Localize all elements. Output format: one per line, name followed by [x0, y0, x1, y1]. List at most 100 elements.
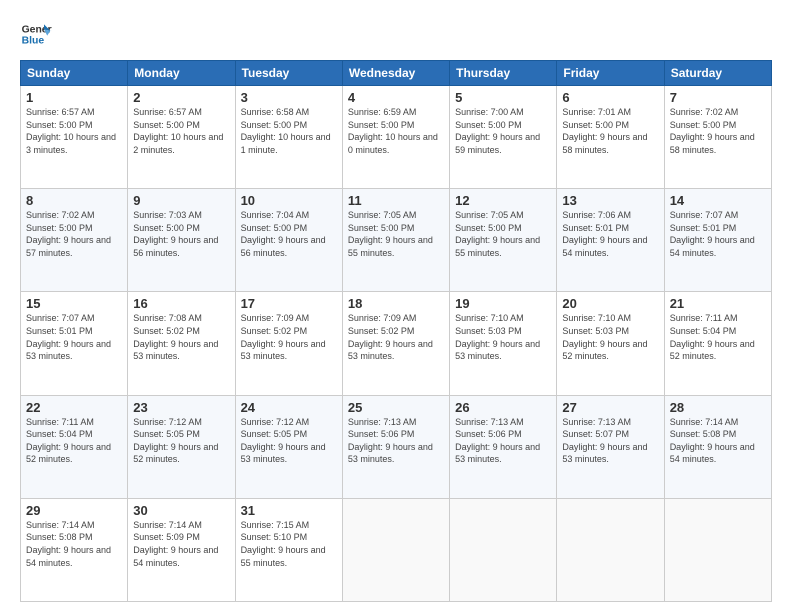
calendar-page: General Blue SundayMondayTuesdayWednesda… — [0, 0, 792, 612]
day-number: 8 — [26, 193, 122, 208]
day-info: Sunrise: 7:12 AMSunset: 5:05 PMDaylight:… — [241, 417, 326, 465]
day-number: 1 — [26, 90, 122, 105]
day-number: 18 — [348, 296, 444, 311]
calendar-cell: 19 Sunrise: 7:10 AMSunset: 5:03 PMDayligh… — [450, 292, 557, 395]
day-info: Sunrise: 7:05 AMSunset: 5:00 PMDaylight:… — [455, 210, 540, 258]
calendar-cell: 23 Sunrise: 7:12 AMSunset: 5:05 PMDayligh… — [128, 395, 235, 498]
day-info: Sunrise: 7:09 AMSunset: 5:02 PMDaylight:… — [348, 313, 433, 361]
day-info: Sunrise: 7:07 AMSunset: 5:01 PMDaylight:… — [26, 313, 111, 361]
day-number: 27 — [562, 400, 658, 415]
calendar-cell: 16 Sunrise: 7:08 AMSunset: 5:02 PMDayligh… — [128, 292, 235, 395]
calendar-cell: 13 Sunrise: 7:06 AMSunset: 5:01 PMDayligh… — [557, 189, 664, 292]
day-number: 21 — [670, 296, 766, 311]
day-info: Sunrise: 7:11 AMSunset: 5:04 PMDaylight:… — [26, 417, 111, 465]
calendar-cell: 14 Sunrise: 7:07 AMSunset: 5:01 PMDayligh… — [664, 189, 771, 292]
day-info: Sunrise: 7:13 AMSunset: 5:06 PMDaylight:… — [455, 417, 540, 465]
weekday-header-row: SundayMondayTuesdayWednesdayThursdayFrid… — [21, 61, 772, 86]
day-number: 4 — [348, 90, 444, 105]
logo: General Blue — [20, 18, 52, 50]
day-number: 15 — [26, 296, 122, 311]
header: General Blue — [20, 18, 772, 50]
day-info: Sunrise: 7:05 AMSunset: 5:00 PMDaylight:… — [348, 210, 433, 258]
day-number: 5 — [455, 90, 551, 105]
calendar-cell: 30 Sunrise: 7:14 AMSunset: 5:09 PMDayligh… — [128, 498, 235, 601]
day-info: Sunrise: 7:10 AMSunset: 5:03 PMDaylight:… — [562, 313, 647, 361]
day-number: 23 — [133, 400, 229, 415]
day-number: 6 — [562, 90, 658, 105]
day-number: 30 — [133, 503, 229, 518]
calendar-cell: 28 Sunrise: 7:14 AMSunset: 5:08 PMDayligh… — [664, 395, 771, 498]
calendar-cell: 29 Sunrise: 7:14 AMSunset: 5:08 PMDayligh… — [21, 498, 128, 601]
weekday-header-friday: Friday — [557, 61, 664, 86]
day-info: Sunrise: 7:03 AMSunset: 5:00 PMDaylight:… — [133, 210, 218, 258]
day-number: 17 — [241, 296, 337, 311]
calendar-cell: 26 Sunrise: 7:13 AMSunset: 5:06 PMDayligh… — [450, 395, 557, 498]
weekday-header-monday: Monday — [128, 61, 235, 86]
day-info: Sunrise: 7:14 AMSunset: 5:08 PMDaylight:… — [670, 417, 755, 465]
day-number: 10 — [241, 193, 337, 208]
calendar-cell: 15 Sunrise: 7:07 AMSunset: 5:01 PMDayligh… — [21, 292, 128, 395]
day-number: 14 — [670, 193, 766, 208]
calendar-cell: 8Sunrise: 7:02 AMSunset: 5:00 PMDaylight… — [21, 189, 128, 292]
calendar-cell: 12 Sunrise: 7:05 AMSunset: 5:00 PMDayligh… — [450, 189, 557, 292]
calendar-header: SundayMondayTuesdayWednesdayThursdayFrid… — [21, 61, 772, 86]
day-number: 2 — [133, 90, 229, 105]
calendar-cell: 24Sunrise: 7:12 AMSunset: 5:05 PMDayligh… — [235, 395, 342, 498]
calendar-cell: 7Sunrise: 7:02 AMSunset: 5:00 PMDaylight… — [664, 86, 771, 189]
day-info: Sunrise: 7:00 AMSunset: 5:00 PMDaylight:… — [455, 107, 540, 155]
day-number: 25 — [348, 400, 444, 415]
calendar-cell — [450, 498, 557, 601]
calendar-cell: 27 Sunrise: 7:13 AMSunset: 5:07 PMDayligh… — [557, 395, 664, 498]
day-info: Sunrise: 6:57 AMSunset: 5:00 PMDaylight:… — [26, 107, 116, 155]
calendar-cell — [664, 498, 771, 601]
day-info: Sunrise: 7:04 AMSunset: 5:00 PMDaylight:… — [241, 210, 326, 258]
day-number: 26 — [455, 400, 551, 415]
day-info: Sunrise: 7:15 AMSunset: 5:10 PMDaylight:… — [241, 520, 326, 568]
calendar-cell: 21 Sunrise: 7:11 AMSunset: 5:04 PMDayligh… — [664, 292, 771, 395]
day-number: 13 — [562, 193, 658, 208]
calendar-cell: 6 Sunrise: 7:01 AMSunset: 5:00 PMDaylight… — [557, 86, 664, 189]
weekday-header-sunday: Sunday — [21, 61, 128, 86]
day-info: Sunrise: 7:14 AMSunset: 5:08 PMDaylight:… — [26, 520, 111, 568]
day-info: Sunrise: 7:12 AMSunset: 5:05 PMDaylight:… — [133, 417, 218, 465]
day-info: Sunrise: 7:08 AMSunset: 5:02 PMDaylight:… — [133, 313, 218, 361]
calendar-cell: 4Sunrise: 6:59 AMSunset: 5:00 PMDaylight… — [342, 86, 449, 189]
logo-icon: General Blue — [20, 18, 52, 50]
day-number: 28 — [670, 400, 766, 415]
day-info: Sunrise: 7:09 AMSunset: 5:02 PMDaylight:… — [241, 313, 326, 361]
day-number: 16 — [133, 296, 229, 311]
day-number: 29 — [26, 503, 122, 518]
day-info: Sunrise: 7:13 AMSunset: 5:07 PMDaylight:… — [562, 417, 647, 465]
weekday-header-thursday: Thursday — [450, 61, 557, 86]
day-info: Sunrise: 7:07 AMSunset: 5:01 PMDaylight:… — [670, 210, 755, 258]
day-number: 9 — [133, 193, 229, 208]
calendar-cell: 3 Sunrise: 6:58 AMSunset: 5:00 PMDaylight… — [235, 86, 342, 189]
calendar-cell — [557, 498, 664, 601]
day-number: 3 — [241, 90, 337, 105]
calendar-cell: 1 Sunrise: 6:57 AMSunset: 5:00 PMDaylight… — [21, 86, 128, 189]
calendar-cell: 18 Sunrise: 7:09 AMSunset: 5:02 PMDayligh… — [342, 292, 449, 395]
calendar-cell: 31 Sunrise: 7:15 AMSunset: 5:10 PMDayligh… — [235, 498, 342, 601]
day-info: Sunrise: 7:11 AMSunset: 5:04 PMDaylight:… — [670, 313, 755, 361]
calendar-cell: 20Sunrise: 7:10 AMSunset: 5:03 PMDayligh… — [557, 292, 664, 395]
weekday-header-wednesday: Wednesday — [342, 61, 449, 86]
day-number: 12 — [455, 193, 551, 208]
day-info: Sunrise: 7:01 AMSunset: 5:00 PMDaylight:… — [562, 107, 647, 155]
day-number: 7 — [670, 90, 766, 105]
day-number: 22 — [26, 400, 122, 415]
calendar-cell: 11 Sunrise: 7:05 AMSunset: 5:00 PMDayligh… — [342, 189, 449, 292]
day-info: Sunrise: 7:06 AMSunset: 5:01 PMDaylight:… — [562, 210, 647, 258]
calendar-cell: 9 Sunrise: 7:03 AMSunset: 5:00 PMDaylight… — [128, 189, 235, 292]
day-info: Sunrise: 7:14 AMSunset: 5:09 PMDaylight:… — [133, 520, 218, 568]
calendar-cell: 5 Sunrise: 7:00 AMSunset: 5:00 PMDaylight… — [450, 86, 557, 189]
day-info: Sunrise: 7:10 AMSunset: 5:03 PMDaylight:… — [455, 313, 540, 361]
day-info: Sunrise: 6:58 AMSunset: 5:00 PMDaylight:… — [241, 107, 331, 155]
calendar-table: SundayMondayTuesdayWednesdayThursdayFrid… — [20, 60, 772, 602]
day-number: 11 — [348, 193, 444, 208]
day-number: 31 — [241, 503, 337, 518]
calendar-cell: 2Sunrise: 6:57 AMSunset: 5:00 PMDaylight… — [128, 86, 235, 189]
day-number: 19 — [455, 296, 551, 311]
calendar-cell — [342, 498, 449, 601]
calendar-body: 1 Sunrise: 6:57 AMSunset: 5:00 PMDaylight… — [21, 86, 772, 602]
calendar-cell: 10 Sunrise: 7:04 AMSunset: 5:00 PMDayligh… — [235, 189, 342, 292]
